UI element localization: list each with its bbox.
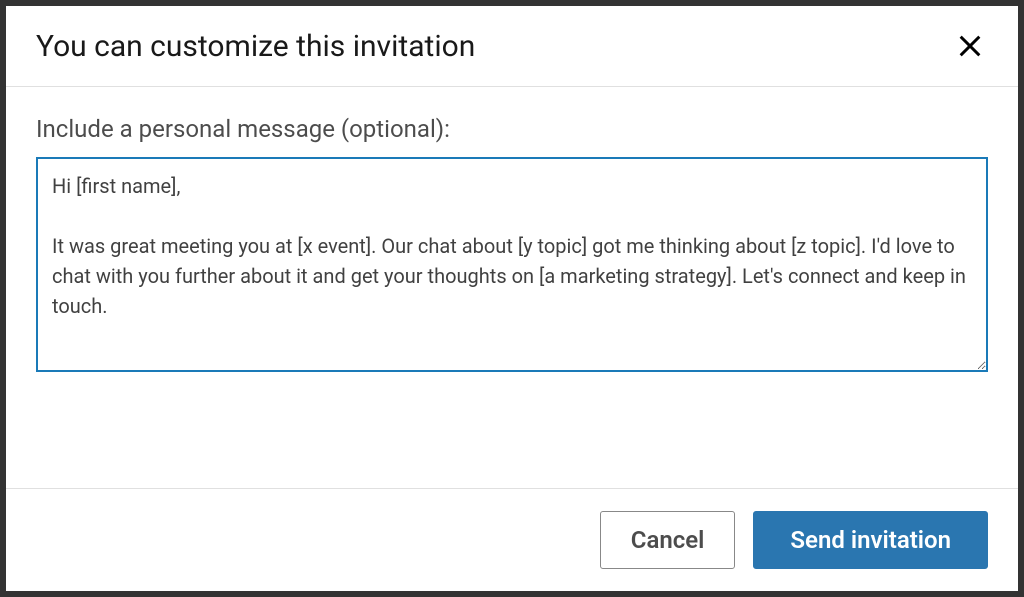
personal-message-input[interactable] (36, 157, 988, 372)
modal-footer: Cancel Send invitation (6, 488, 1018, 591)
send-invitation-button[interactable]: Send invitation (753, 511, 988, 569)
modal-overlay: You can customize this invitation Includ… (0, 0, 1024, 597)
modal-title: You can customize this invitation (36, 29, 475, 64)
modal-header: You can customize this invitation (6, 6, 1018, 87)
close-button[interactable] (952, 28, 988, 64)
message-field-label: Include a personal message (optional): (36, 115, 988, 143)
modal-body: Include a personal message (optional): (6, 87, 1018, 488)
cancel-button[interactable]: Cancel (600, 511, 736, 569)
customize-invitation-modal: You can customize this invitation Includ… (6, 6, 1018, 591)
close-icon (956, 32, 984, 60)
